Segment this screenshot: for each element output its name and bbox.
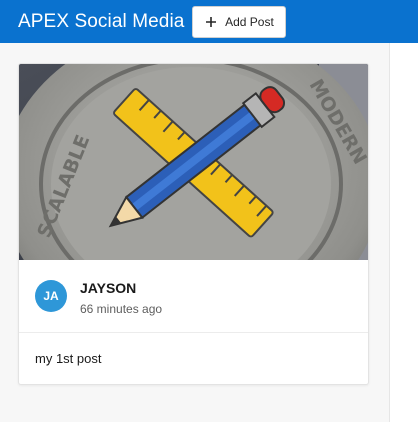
- scrollbar[interactable]: [389, 43, 418, 422]
- add-post-button[interactable]: Add Post: [192, 5, 287, 38]
- posts-region: SCALABLE MODERN JA JAYSON 66 minutes ago…: [0, 43, 389, 422]
- avatar[interactable]: JA: [35, 280, 67, 312]
- post-header: JA JAYSON 66 minutes ago: [19, 260, 368, 333]
- app-header: APEX Social Media Add Post: [0, 0, 418, 43]
- post-author: JAYSON: [80, 280, 137, 296]
- add-post-label: Add Post: [225, 14, 274, 29]
- app-title: APEX Social Media: [18, 10, 185, 32]
- post-body: my 1st post: [35, 351, 102, 366]
- post-image: SCALABLE MODERN: [19, 64, 368, 260]
- post-timestamp: 66 minutes ago: [80, 302, 163, 316]
- plus-icon: [206, 16, 217, 27]
- post-card: SCALABLE MODERN JA JAYSON 66 minutes ago…: [18, 63, 369, 385]
